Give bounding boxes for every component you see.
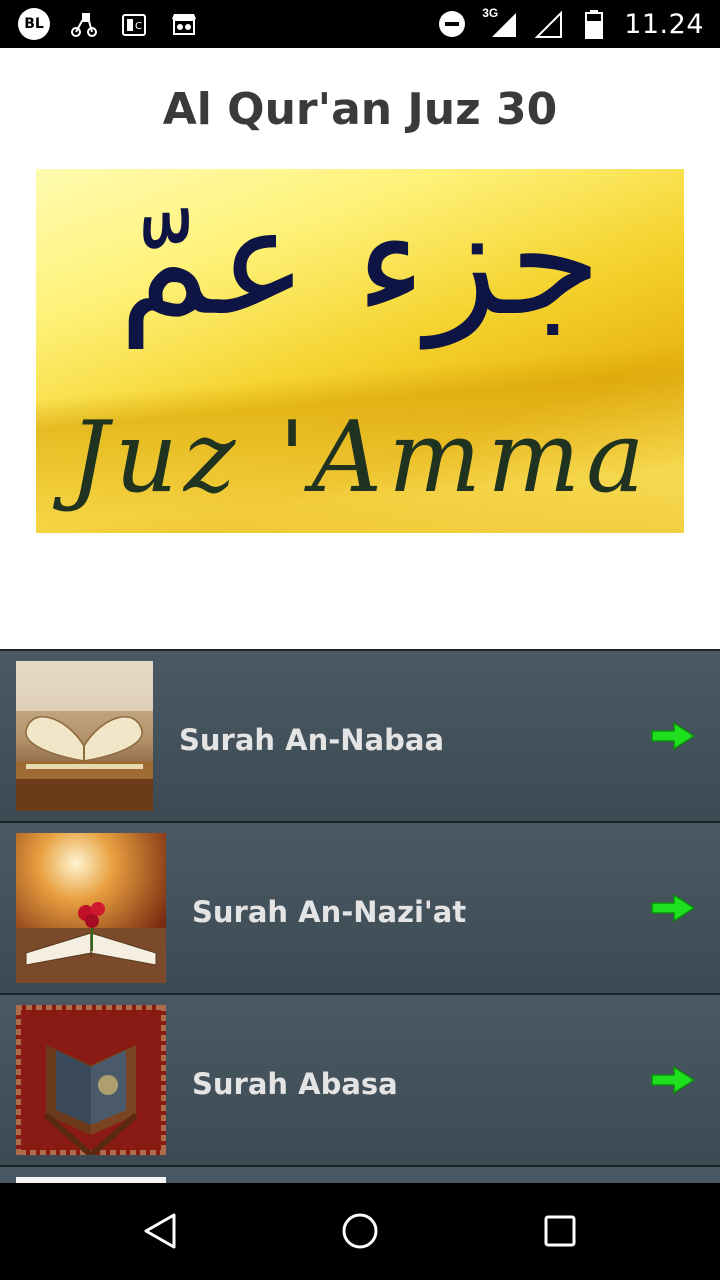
juz-amma-banner: جزء عمّ Juz 'Amma: [36, 169, 684, 533]
heart-book-thumbnail: [16, 661, 153, 811]
navigation-bar: [0, 1183, 720, 1280]
delivery-scooter-icon: [68, 8, 100, 40]
signal-empty-icon: [532, 8, 564, 40]
back-icon[interactable]: [140, 1211, 180, 1251]
arrow-right-icon[interactable]: [650, 721, 696, 751]
home-icon[interactable]: [340, 1211, 380, 1251]
quran-roses-thumbnail: [16, 833, 166, 983]
battery-icon: [578, 8, 610, 40]
surah-list-item[interactable]: Surah An-Nabaa: [0, 649, 720, 821]
bl-notification-icon: BL: [18, 8, 50, 40]
surah-name: Surah An-Nabaa: [179, 723, 445, 757]
surah-list-item[interactable]: Surah Abasa: [0, 993, 720, 1165]
status-bar: BL C 3G 11.24: [0, 0, 720, 48]
app-store-icon: C: [118, 8, 150, 40]
arrow-right-icon[interactable]: [650, 1065, 696, 1095]
svg-text:C: C: [135, 21, 142, 32]
recent-apps-icon[interactable]: [540, 1211, 580, 1251]
surah-list: Surah An-Nabaa Surah An-Nazi'at Surah Ab…: [0, 649, 720, 1183]
banner-arabic-text: جزء عمّ: [118, 175, 602, 349]
banner-latin-text: Juz 'Amma: [69, 401, 651, 515]
signal-3g-icon: 3G: [482, 6, 518, 40]
arrow-right-icon[interactable]: [650, 893, 696, 923]
surah-list-item[interactable]: [0, 1165, 720, 1183]
clock-time: 11.24: [624, 8, 704, 40]
surah-name: Surah An-Nazi'at: [192, 895, 467, 929]
quran-stand-thumbnail: [11, 1000, 171, 1160]
do-not-disturb-icon: [436, 8, 468, 40]
page-title: Al Qur'an Juz 30: [162, 84, 558, 135]
surah-name: Surah Abasa: [192, 1067, 398, 1101]
surah-list-item[interactable]: Surah An-Nazi'at: [0, 821, 720, 993]
shop-icon: [168, 8, 200, 40]
app-screen: Al Qur'an Juz 30 جزء عمّ Juz 'Amma Surah: [0, 48, 720, 1183]
